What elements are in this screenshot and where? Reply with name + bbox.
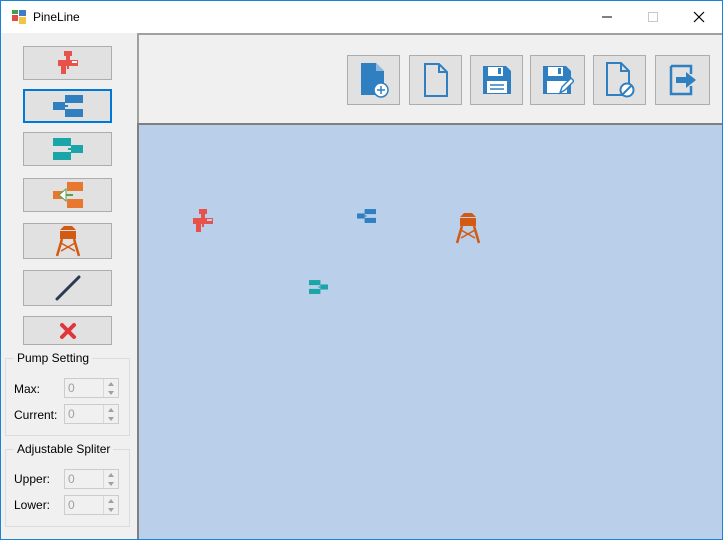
lower-value: 0 bbox=[68, 498, 75, 512]
pump-current-value: 0 bbox=[68, 407, 75, 421]
splitter-tool-button[interactable] bbox=[23, 89, 112, 123]
splitter-icon bbox=[52, 95, 83, 117]
pump-current-spin-arrows[interactable] bbox=[103, 405, 118, 423]
title-bar[interactable]: PineLine bbox=[1, 1, 722, 33]
save-button[interactable] bbox=[470, 55, 523, 105]
app-window: PineLine Pump Setting Max: 0 Current: 0 … bbox=[0, 0, 723, 540]
pump-max-input[interactable]: 0 bbox=[64, 378, 119, 398]
lower-spin-arrows[interactable] bbox=[103, 496, 118, 514]
merger-icon bbox=[309, 280, 328, 294]
adjustable-splitter-tool-button[interactable] bbox=[23, 178, 112, 212]
sidebar: Pump Setting Max: 0 Current: 0 Adjustabl… bbox=[1, 33, 137, 539]
canvas-merger[interactable] bbox=[309, 280, 328, 294]
upper-input[interactable]: 0 bbox=[64, 469, 119, 489]
spin-down-icon bbox=[108, 481, 114, 486]
pump-current-label: Current: bbox=[14, 408, 58, 422]
window-title: PineLine bbox=[33, 10, 80, 24]
exit-button[interactable] bbox=[655, 55, 710, 105]
close-file-button[interactable] bbox=[593, 55, 646, 105]
spin-up-icon bbox=[108, 381, 114, 386]
delete-x-icon bbox=[59, 322, 76, 339]
line-icon bbox=[55, 275, 80, 301]
delete-tool-button[interactable] bbox=[23, 316, 112, 345]
new-file-icon bbox=[360, 63, 389, 98]
open-file-button[interactable] bbox=[409, 55, 462, 105]
drawing-canvas[interactable] bbox=[137, 123, 722, 539]
maximize-icon bbox=[648, 12, 658, 22]
pump-max-label: Max: bbox=[14, 382, 41, 396]
water-tower-icon bbox=[455, 213, 481, 244]
merger-icon bbox=[52, 138, 83, 160]
close-button[interactable] bbox=[676, 1, 722, 33]
spin-down-icon bbox=[108, 507, 114, 512]
toolbar bbox=[137, 33, 722, 123]
sink-tool-button[interactable] bbox=[23, 223, 112, 259]
app-icon bbox=[12, 10, 26, 24]
merger-tool-button[interactable] bbox=[23, 132, 112, 166]
pump-max-value: 0 bbox=[68, 381, 75, 395]
splitter-icon bbox=[357, 209, 376, 223]
lower-input[interactable]: 0 bbox=[64, 495, 119, 515]
spin-down-icon bbox=[108, 390, 114, 395]
pump-icon bbox=[57, 51, 78, 74]
open-file-icon bbox=[423, 63, 448, 97]
pump-setting-title: Pump Setting bbox=[14, 351, 93, 365]
exit-icon bbox=[669, 64, 696, 96]
save-as-button[interactable] bbox=[530, 55, 585, 105]
spin-up-icon bbox=[108, 472, 114, 477]
spin-up-icon bbox=[108, 407, 114, 412]
pump-current-input[interactable]: 0 bbox=[64, 404, 119, 424]
close-icon bbox=[693, 11, 705, 23]
minimize-button[interactable] bbox=[584, 1, 630, 33]
adjustable-splitter-title: Adjustable Spliter bbox=[14, 442, 114, 456]
upper-value: 0 bbox=[68, 472, 75, 486]
spin-down-icon bbox=[108, 416, 114, 421]
spin-up-icon bbox=[108, 498, 114, 503]
save-as-icon bbox=[542, 66, 574, 95]
maximize-button[interactable] bbox=[630, 1, 676, 33]
upper-spin-arrows[interactable] bbox=[103, 470, 118, 488]
minimize-icon bbox=[602, 16, 612, 18]
adjustable-splitter-icon bbox=[52, 182, 83, 208]
new-file-button[interactable] bbox=[347, 55, 400, 105]
water-tower-icon bbox=[55, 226, 80, 257]
pump-tool-button[interactable] bbox=[23, 46, 112, 80]
canvas-pump[interactable] bbox=[190, 208, 216, 234]
canvas-splitter[interactable] bbox=[357, 209, 376, 223]
save-icon bbox=[482, 66, 511, 94]
pump-max-spin-arrows[interactable] bbox=[103, 379, 118, 397]
lower-label: Lower: bbox=[14, 498, 51, 512]
close-file-icon bbox=[605, 62, 634, 98]
pump-setting-group: Pump Setting Max: 0 Current: 0 bbox=[5, 351, 130, 436]
adjustable-splitter-group: Adjustable Spliter Upper: 0 Lower: 0 bbox=[5, 442, 130, 527]
pump-icon bbox=[193, 209, 213, 232]
pipeline-tool-button[interactable] bbox=[23, 270, 112, 306]
upper-label: Upper: bbox=[14, 472, 51, 486]
canvas-water-tower[interactable] bbox=[455, 211, 481, 245]
